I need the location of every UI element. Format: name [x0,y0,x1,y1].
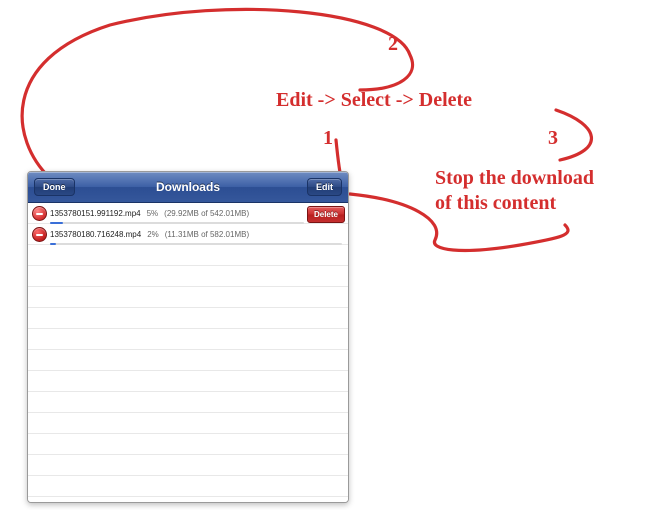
stop-download-icon[interactable] [28,227,50,242]
download-bytes: (29.92MB of 542.01MB) [164,209,249,218]
edit-button[interactable]: Edit [307,178,342,196]
annotation-step-1: 1 [323,126,333,151]
navbar: Done Downloads Edit [28,172,348,203]
delete-button[interactable]: Delete [307,206,345,223]
navbar-title: Downloads [28,180,348,194]
download-list: 1353780151.991192.mp4 5% (29.92MB of 542… [28,203,348,503]
download-progress-fill [50,243,56,245]
download-percent: 2% [147,230,159,239]
done-button[interactable]: Done [34,178,75,196]
downloads-panel: Done Downloads Edit 1353780151.991192.mp… [27,171,349,503]
download-filename: 1353780180.716248.mp4 [50,230,141,239]
download-progress [50,243,342,245]
download-row[interactable]: 1353780180.716248.mp4 2% (11.31MB of 582… [28,224,348,245]
download-filename: 1353780151.991192.mp4 [50,209,141,218]
download-row[interactable]: 1353780151.991192.mp4 5% (29.92MB of 542… [28,203,348,224]
annotation-step-3: 3 [548,126,558,151]
annotation-workflow: Edit -> Select -> Delete [276,88,472,113]
annotation-stop-text: Stop the download of this content [435,166,594,216]
annotation-step-2: 2 [388,32,398,57]
download-bytes: (11.31MB of 582.01MB) [165,230,249,239]
download-percent: 5% [147,209,159,218]
stop-download-icon[interactable] [28,206,50,221]
